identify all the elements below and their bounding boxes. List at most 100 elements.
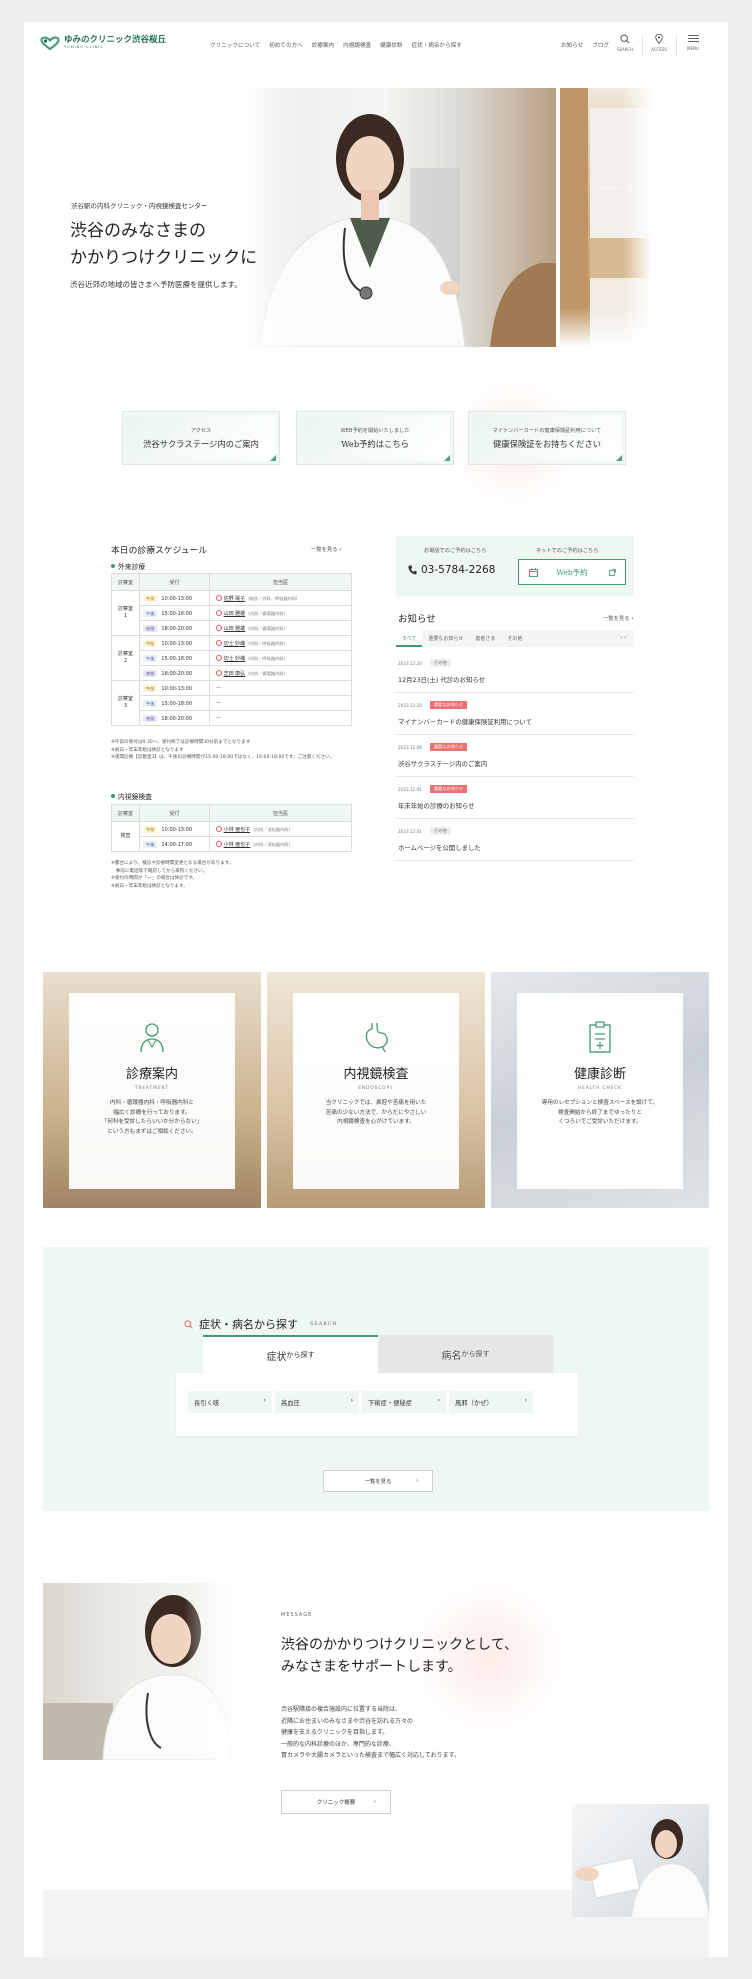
global-nav: クリニックについて 初めての方へ 診療案内 内視鏡検査 健康診断 症状・病名から…: [210, 41, 462, 49]
doctor-cell: ー: [209, 710, 352, 726]
tel-number-link[interactable]: 03-5784-2268: [408, 564, 495, 576]
schedule-row: 夜間 18:00-20:00 ー: [112, 710, 352, 726]
chevron-right-icon: ›: [524, 1397, 527, 1404]
service-desc: 当クリニックでは、鼻腔や苦痛を用いた 苦痛の少ない方法で、からだにやさしい 内視…: [293, 1099, 459, 1128]
nav-search-symptoms[interactable]: 症状・病名から探す: [412, 41, 462, 49]
header-search-button[interactable]: SEARCH: [612, 34, 638, 52]
site-header: ゆみのクリニック渋谷桜丘 YUMINO CLINIC クリニックについて 初めて…: [24, 22, 728, 70]
news-item[interactable]: 2023.12.01 その他 ホームページを公開しました: [396, 820, 634, 861]
header-menu-button[interactable]: MENU: [680, 34, 706, 51]
search-more-button[interactable]: 一覧を見る ›: [323, 1470, 433, 1492]
message-label: MESSAGE: [281, 1612, 313, 1618]
news-item[interactable]: 2023.12.20 重要なお知らせ マイナンバーカードの健康保険証利用について: [396, 694, 634, 735]
doctor-specialty: (総診／内科／呼吸器内科): [248, 595, 298, 601]
header-access-button[interactable]: ACCESS: [646, 34, 672, 52]
news-tab-all[interactable]: すべて: [396, 630, 423, 647]
service-health-check[interactable]: 健康診断 HEALTH CHECK 専用のレセプションと検査スペースを設けて、 …: [491, 972, 709, 1208]
news-tab-other[interactable]: その他: [501, 630, 528, 647]
desc-line: 専用のレセプションと検査スペースを設けて、: [541, 1100, 659, 1106]
news-item[interactable]: 2023.12.20 その他 12月23日(土) 代診のお知らせ: [396, 652, 634, 693]
schedule-more-link[interactable]: 一覧を見る ›: [311, 545, 342, 553]
chip-diarrhea[interactable]: 下痢症・便秘症 ›: [362, 1391, 446, 1413]
schedule-title: 本日の診療スケジュール: [111, 546, 208, 556]
session-tag: 午前: [143, 825, 158, 833]
room-cell: 診察室 3: [111, 680, 140, 726]
chevron-right-icon: ›: [373, 1799, 376, 1805]
doctor-specialty: (内科／呼吸器内科): [248, 640, 285, 646]
doctor-name-link[interactable]: 佐野 陽子: [224, 596, 246, 602]
nav-treatment[interactable]: 診療案内: [312, 41, 334, 49]
chip-hypertension[interactable]: 高血圧 ›: [275, 1391, 359, 1413]
doctor-name-link[interactable]: 芝田 康弘: [224, 671, 246, 677]
hero-title-line1: 渋谷のみなさまの: [70, 221, 206, 241]
service-endoscopy[interactable]: 内視鏡検査 ENDOSCOPY 当クリニックでは、鼻腔や苦痛を用いた 苦痛の少な…: [267, 972, 485, 1208]
banner-access[interactable]: アクセス 渋谷サクラステージ内のご案内: [122, 411, 280, 465]
news-category-badge: 重要なお知らせ: [429, 743, 468, 751]
calendar-icon: [529, 568, 538, 577]
nav-blog[interactable]: ブログ: [592, 41, 609, 49]
news-more-link[interactable]: 一覧を見る ›: [603, 614, 634, 622]
doctor-name-link[interactable]: 切士 妙織: [224, 641, 246, 647]
message-title-line2: みなさまをサポートします。: [281, 1659, 462, 1675]
nav-first-visit[interactable]: 初めての方へ: [269, 41, 303, 49]
nav-news[interactable]: お知らせ: [561, 41, 583, 49]
news-tab-patients[interactable]: 患者さま: [469, 630, 501, 647]
closed-status: ー: [216, 700, 222, 707]
desc-line: 「何科を受診したらいいか分からない」: [101, 1119, 203, 1126]
corner-arrow-icon: [444, 455, 450, 461]
session-tag: 午後: [143, 699, 158, 707]
doctor-name-link[interactable]: 小林 亜也子: [224, 827, 251, 833]
schedule-row: 診察室 3 午前 10:00-13:00 ー: [111, 680, 352, 726]
news-title: 渋谷サクラステージ内のご案内: [398, 760, 488, 768]
search-title-en: SEARCH: [310, 1321, 338, 1327]
available-circle-icon: [216, 670, 222, 676]
banner-web-reservation[interactable]: WEB予約を開始いたしました Web予約はこちら: [296, 411, 454, 465]
chip-label: 高血圧: [281, 1399, 300, 1407]
search-title-label: 症状・病名から探す: [199, 1318, 298, 1331]
desc-line: くつろいでご受診いただけます。: [558, 1119, 642, 1126]
reception-time: 18:00-20:00: [161, 625, 193, 632]
map-pin-icon: [655, 34, 663, 44]
news-tab-important[interactable]: 重要なお知らせ: [422, 630, 469, 647]
reception-cell: 午後 15:00-18:00: [139, 605, 210, 621]
clinic-overview-button[interactable]: クリニック概要 ›: [281, 1790, 391, 1814]
desc-line: 幅広く診療を行っております。: [113, 1109, 191, 1116]
tab-main: 症状: [266, 1351, 287, 1363]
endoscopy-heading: 内視鏡検査: [111, 791, 152, 801]
reception-cell: 夜間 18:00-20:00: [139, 710, 210, 726]
nav-health-check[interactable]: 健康診断: [380, 41, 402, 49]
banner-my-number[interactable]: マイナンバーカードの健康保険証利用について 健康保険証をお持ちください: [468, 411, 626, 465]
doctor-name-link[interactable]: 山田 雅雄: [224, 611, 246, 617]
service-treatment[interactable]: 診療案内 TREATMENT 内科・循環器内科・呼吸器内科と 幅広く診療を行って…: [43, 972, 261, 1208]
reception-time: 10:00-13:00: [161, 640, 193, 647]
body-line: 近隣にお住まいのみなさまや渋谷を訪れる方々の: [281, 1717, 414, 1725]
chip-cough[interactable]: 長引く咳 ›: [188, 1391, 272, 1413]
consultation-illustration: [575, 1819, 709, 1917]
nav-endoscopy[interactable]: 内視鏡検査: [343, 41, 371, 49]
doctor-name-link[interactable]: 小林 亜也子: [224, 842, 251, 848]
news-item[interactable]: 2023.12.08 重要なお知らせ 渋谷サクラステージ内のご案内: [396, 736, 634, 777]
doctor-cell: 山田 雅雄 (内科／循環器内科): [209, 605, 352, 621]
search-tab-symptoms[interactable]: 症状 から探す: [203, 1335, 378, 1373]
doctor-name-link[interactable]: 切士 妙織: [224, 656, 246, 662]
web-reservation-button[interactable]: Web予約: [518, 559, 626, 585]
note-line: 事前に電話等で確認してから来院ください。: [111, 868, 208, 874]
news-category-badge: 重要なお知らせ: [429, 701, 468, 709]
banner-main: Web予約はこちら: [341, 438, 409, 449]
doctor-name-link[interactable]: 山田 雅雄: [224, 626, 246, 632]
room-cell: 診察室 2: [111, 635, 140, 681]
tab-scroll-arrows-icon[interactable]: ‹ ›: [614, 630, 634, 647]
search-tab-diseases[interactable]: 病名 から探す: [378, 1335, 553, 1373]
logo[interactable]: ゆみのクリニック渋谷桜丘 YUMINO CLINIC: [40, 35, 166, 50]
chip-cold[interactable]: 風邪（かぜ） ›: [449, 1391, 533, 1413]
nav-about[interactable]: クリニックについて: [210, 41, 260, 49]
news-tabs: すべて 重要なお知らせ 患者さま その他 ‹ ›: [396, 630, 634, 647]
external-link-icon: [609, 569, 616, 576]
news-more-label: 一覧を見る: [603, 616, 630, 622]
available-circle-icon: [216, 841, 222, 847]
reception-time: 18:00-20:00: [161, 670, 193, 677]
desc-line: 検査開始から終了までゆったりと: [558, 1109, 642, 1116]
service-title: 診療案内: [125, 1067, 178, 1082]
doctor-cell: 小林 亜也子 (内科／消化器内科): [209, 821, 352, 837]
news-item[interactable]: 2023.12.01 重要なお知らせ 年末年始の診療のお知らせ: [396, 778, 634, 819]
